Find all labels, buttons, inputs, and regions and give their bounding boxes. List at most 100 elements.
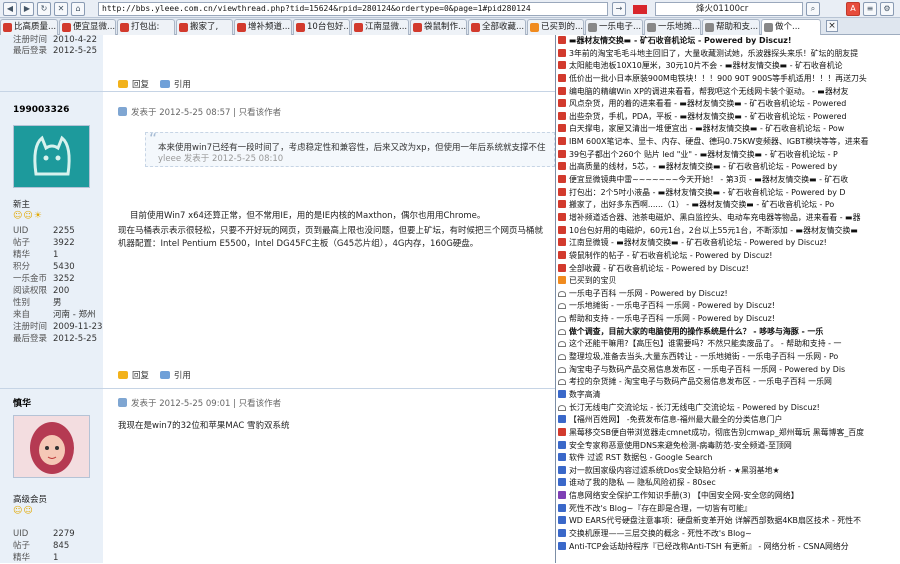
user-stat: UID 2279 xyxy=(13,529,75,539)
back-icon[interactable]: ◀ xyxy=(3,2,17,16)
history-item[interactable]: 考拉的杂货摊 - 淘宝电子与数码产品交易信息发布区 - 一乐电子百科 一乐网 xyxy=(556,376,900,389)
history-item[interactable]: 江南显微镜 - ▬器材友情交换▬ - 矿石收音机论坛 - Powered by … xyxy=(556,237,900,250)
history-item[interactable]: 一乐电子百科 一乐网 - Powered by Discuz! xyxy=(556,288,900,301)
history-item[interactable]: 出些杂货，手机，PDA，平板 - ▬器材友情交换▬ - 矿石收音机论坛 - Po… xyxy=(556,111,900,124)
search-go-icon[interactable]: ⌕ xyxy=(806,2,820,16)
refresh-icon[interactable]: ↻ xyxy=(37,2,51,16)
history-item[interactable]: 全部收藏 - 矿石收音机论坛 - Powered by Discuz! xyxy=(556,263,900,276)
history-item[interactable]: ▬器材友情交换▬ - 矿石收音机论坛 - Powered by Discuz! xyxy=(556,35,900,48)
history-item[interactable]: 数字高清 xyxy=(556,389,900,402)
history-item[interactable]: 3年前的淘宝毛毛斗地主回旧了，大量收藏测试她，乐波器探头来乐！矿坛的朋友提 xyxy=(556,48,900,61)
red-favicon-icon xyxy=(558,250,566,259)
history-item[interactable]: 出高质量的线材，5芯，- ▬器材友情交换▬ - 矿石收音机论坛 - Powere… xyxy=(556,161,900,174)
tab-14-active[interactable]: 做个... xyxy=(761,19,821,35)
post-meta[interactable]: 发表于 2012-5-25 09:01 | 只看该作者 xyxy=(131,399,281,409)
tab-3[interactable]: 打包出: xyxy=(117,19,175,35)
home-icon[interactable]: ⌂ xyxy=(71,2,85,16)
tab-9[interactable]: 全部收藏... xyxy=(468,19,526,35)
avatar[interactable] xyxy=(13,125,90,188)
red-favicon-icon xyxy=(558,111,566,120)
tab-close-icon[interactable]: × xyxy=(826,20,838,32)
tab-13[interactable]: 帮助和支... xyxy=(702,19,760,35)
tab-12[interactable]: 一乐地摊... xyxy=(644,19,701,35)
avatar[interactable] xyxy=(13,415,90,478)
history-item[interactable]: 长汀无线电广交流论坛 - 长汀无线电广交流论坛 - Powered by Dis… xyxy=(556,402,900,415)
history-item-label: 【福州百姓网】 -免费发布信息-福州最大最全的分类信息门户 xyxy=(569,415,783,425)
red-favicon-icon xyxy=(558,73,566,82)
tab-4[interactable]: 搬家了, xyxy=(176,19,233,35)
wifi-favicon-icon xyxy=(764,23,773,32)
history-item[interactable]: 帮助和支持 - 一乐电子百科 一乐网 - Powered by Discuz! xyxy=(556,313,900,326)
history-item[interactable]: 黑莓移交SB便自带浏览器走cmnet成功，彻底告别cmwap_郑州莓玩 黑莓博客… xyxy=(556,427,900,440)
history-item[interactable]: 安全专家称恶意使用DNS来避免检测-病毒防范-安全频道-至顶网 xyxy=(556,440,900,453)
tab-1[interactable]: 比高质量... xyxy=(0,19,58,35)
history-item[interactable]: 便宜显微镜典中雷~~~~~~~今天开始！ - 第3页 - ▬器材友情交换▬ - … xyxy=(556,174,900,187)
tab-7[interactable]: 江南显微... xyxy=(351,19,409,35)
wifi-favicon-icon xyxy=(647,23,656,32)
history-item[interactable]: 增补频道适合器、池茶电磁炉、黑白监控头、电动车充电器等物品，进来看看 - ▬器 xyxy=(556,212,900,225)
post-author-name[interactable]: 慎华 xyxy=(13,396,31,409)
history-item[interactable]: 白天撑电，家屋又清出一堆便宜出 - ▬器材友情交换▬ - 矿石收音机论坛 - P… xyxy=(556,123,900,136)
post-author-name[interactable]: 199003326 xyxy=(13,105,69,115)
history-item[interactable]: 软件 过滤 RST 数据包 - Google Search xyxy=(556,452,900,465)
history-item[interactable]: 10台包好用的电磁炉，60元1台，2台以上55元1台，不断添加 - ▬器材友情交… xyxy=(556,225,900,238)
history-item[interactable]: Anti-TCP会话劫持程序『已经改称Anti-TSH 有更新』 - 网络分析 … xyxy=(556,541,900,554)
history-item[interactable]: 已买到的宝贝 xyxy=(556,275,900,288)
history-item-label: 交换机原理——三层交换的概念 - 死性不改's Blog~ xyxy=(569,528,752,538)
blue-favicon-icon xyxy=(558,440,566,449)
history-item[interactable]: 谁动了我的隐私 — 隐私风险初探 - 80sec xyxy=(556,477,900,490)
tab-8[interactable]: 袋鼠制作... xyxy=(410,19,467,35)
history-item[interactable]: 风点杂货，用的着的进来看看 - ▬器材友情交换▬ - 矿石收音机论坛 - Pow… xyxy=(556,98,900,111)
tab-6[interactable]: 10台包好... xyxy=(293,19,350,35)
forward-icon[interactable]: ▶ xyxy=(20,2,34,16)
post-header: 发表于 2012-5-25 08:57 | 只看该作者 xyxy=(118,106,281,118)
go-icon[interactable]: → xyxy=(612,2,626,16)
history-item[interactable]: 对一款国家级内容过滤系统Dos安全缺陷分析 - ★黑羽基地★ xyxy=(556,465,900,478)
quote-button[interactable]: 引用 xyxy=(159,371,191,381)
history-item[interactable]: 39包子都出个260个 贴片 led "业" - ▬器材友情交换▬ - 矿石收音… xyxy=(556,149,900,162)
blue-favicon-icon xyxy=(558,541,566,550)
quote-button[interactable]: 引用 xyxy=(159,80,191,90)
tab-10[interactable]: 已买到的... xyxy=(527,19,584,35)
history-item[interactable]: 信息网络安全保护工作知识手册(3) 【中国安全网-安全您的网络】 xyxy=(556,490,900,503)
tab-11[interactable]: 一乐电子... xyxy=(585,19,643,35)
history-item-label: Anti-TCP会话劫持程序『已经改称Anti-TSH 有更新』 - 网络分析 … xyxy=(569,541,849,551)
history-item[interactable]: 死性不改's Blog~『存在即是合理，一切皆有可能』 xyxy=(556,503,900,516)
reply-button[interactable]: 回复 xyxy=(118,371,149,381)
forum-favicon-icon xyxy=(62,23,71,32)
history-item[interactable]: 一乐地摊街 - 一乐电子百科 一乐网 - Powered by Discuz! xyxy=(556,300,900,313)
history-item[interactable]: IBM 600X笔记本、显卡、内存、硬盘、德玛0.75KW变频器、IGBT模块等… xyxy=(556,136,900,149)
divider xyxy=(0,91,103,92)
history-item[interactable]: 这个还能干嘛用?【高压包】谁需要吗？不然只能卖废品了。 - 帮助和支持 - 一 xyxy=(556,338,900,351)
history-item[interactable]: 搬家了，出好多东西啊......（1） - ▬器材友情交换▬ - 矿石收音机论坛… xyxy=(556,199,900,212)
tab-5[interactable]: 增补频道... xyxy=(234,19,292,35)
quote-block: “ 本来使用win7已经有一段时间了，考虑稳定性和兼容性，后来又改为xp，但使用… xyxy=(145,132,555,167)
wifi-favicon-icon xyxy=(588,23,597,32)
post-meta[interactable]: 发表于 2012-5-25 08:57 | 只看该作者 xyxy=(131,108,281,118)
adblock-icon[interactable]: A xyxy=(846,2,860,16)
menu-icon[interactable]: ≡ xyxy=(863,2,877,16)
stop-icon[interactable]: ✕ xyxy=(54,2,68,16)
search-input[interactable]: 烽火01100cr xyxy=(655,2,803,16)
history-item[interactable]: 打包出：2个5吋小液晶 - ▬器材友情交换▬ - 矿石收音机论坛 - Power… xyxy=(556,187,900,200)
url-input[interactable]: http://bbs.yleee.com.cn/viewthread.php?t… xyxy=(98,2,608,16)
history-item[interactable]: 淘宝电子与数码产品交易信息发布区 - 一乐电子百科 一乐网 - Powered … xyxy=(556,364,900,377)
history-item[interactable]: 低价出一批小日本原装900M电铁块！！！900 90T 900S等手机适用！！！… xyxy=(556,73,900,86)
history-item[interactable]: 【福州百姓网】 -免费发布信息-福州最大最全的分类信息门户 xyxy=(556,414,900,427)
history-item[interactable]: 袋鼠制作的帖子 - 矿石收音机论坛 - Powered by Discuz! xyxy=(556,250,900,263)
tab-2[interactable]: 便宜显微... xyxy=(59,19,116,35)
history-item-label: 对一款国家级内容过滤系统Dos安全缺陷分析 - ★黑羽基地★ xyxy=(569,465,780,475)
wifi-favicon-icon xyxy=(558,303,566,310)
history-item[interactable]: 做个调查，目前大家的电脑使用的操作系统是什么？ - 哆哆与海豚 - 一乐 xyxy=(556,326,900,339)
history-item[interactable]: 整理垃圾,准备去当头,大量东西转让 - 一乐地摊街 - 一乐电子百科 一乐网 -… xyxy=(556,351,900,364)
history-item[interactable]: 交换机原理——三层交换的概念 - 死性不改's Blog~ xyxy=(556,528,900,541)
history-item-label: 10台包好用的电磁炉，60元1台，2台以上55元1台，不断添加 - ▬器材友情交… xyxy=(569,225,858,235)
wifi-favicon-icon xyxy=(558,328,566,335)
history-item[interactable]: 太阳能电池板10X10厘米，30元10片不会 - ▬器材友情交换▬ - 矿石收音… xyxy=(556,60,900,73)
history-item[interactable]: 编电脑的精编Win XP的调进来看看，帮我吧这个无线网卡装个驱动。 - ▬器材友 xyxy=(556,86,900,99)
history-item[interactable]: WD EARS代号硬盘注意事项：硬盘新变革开始 详解西部数据4KB扇区技术 - … xyxy=(556,515,900,528)
user-stat: 来自 河南 - 郑州 xyxy=(13,310,96,320)
post-body-line: 机器配置：Intel Pentium E5500，Intel DG45FC主板（… xyxy=(118,239,479,249)
tools-icon[interactable]: ⚙ xyxy=(880,2,894,16)
reply-button[interactable]: 回复 xyxy=(118,80,149,90)
